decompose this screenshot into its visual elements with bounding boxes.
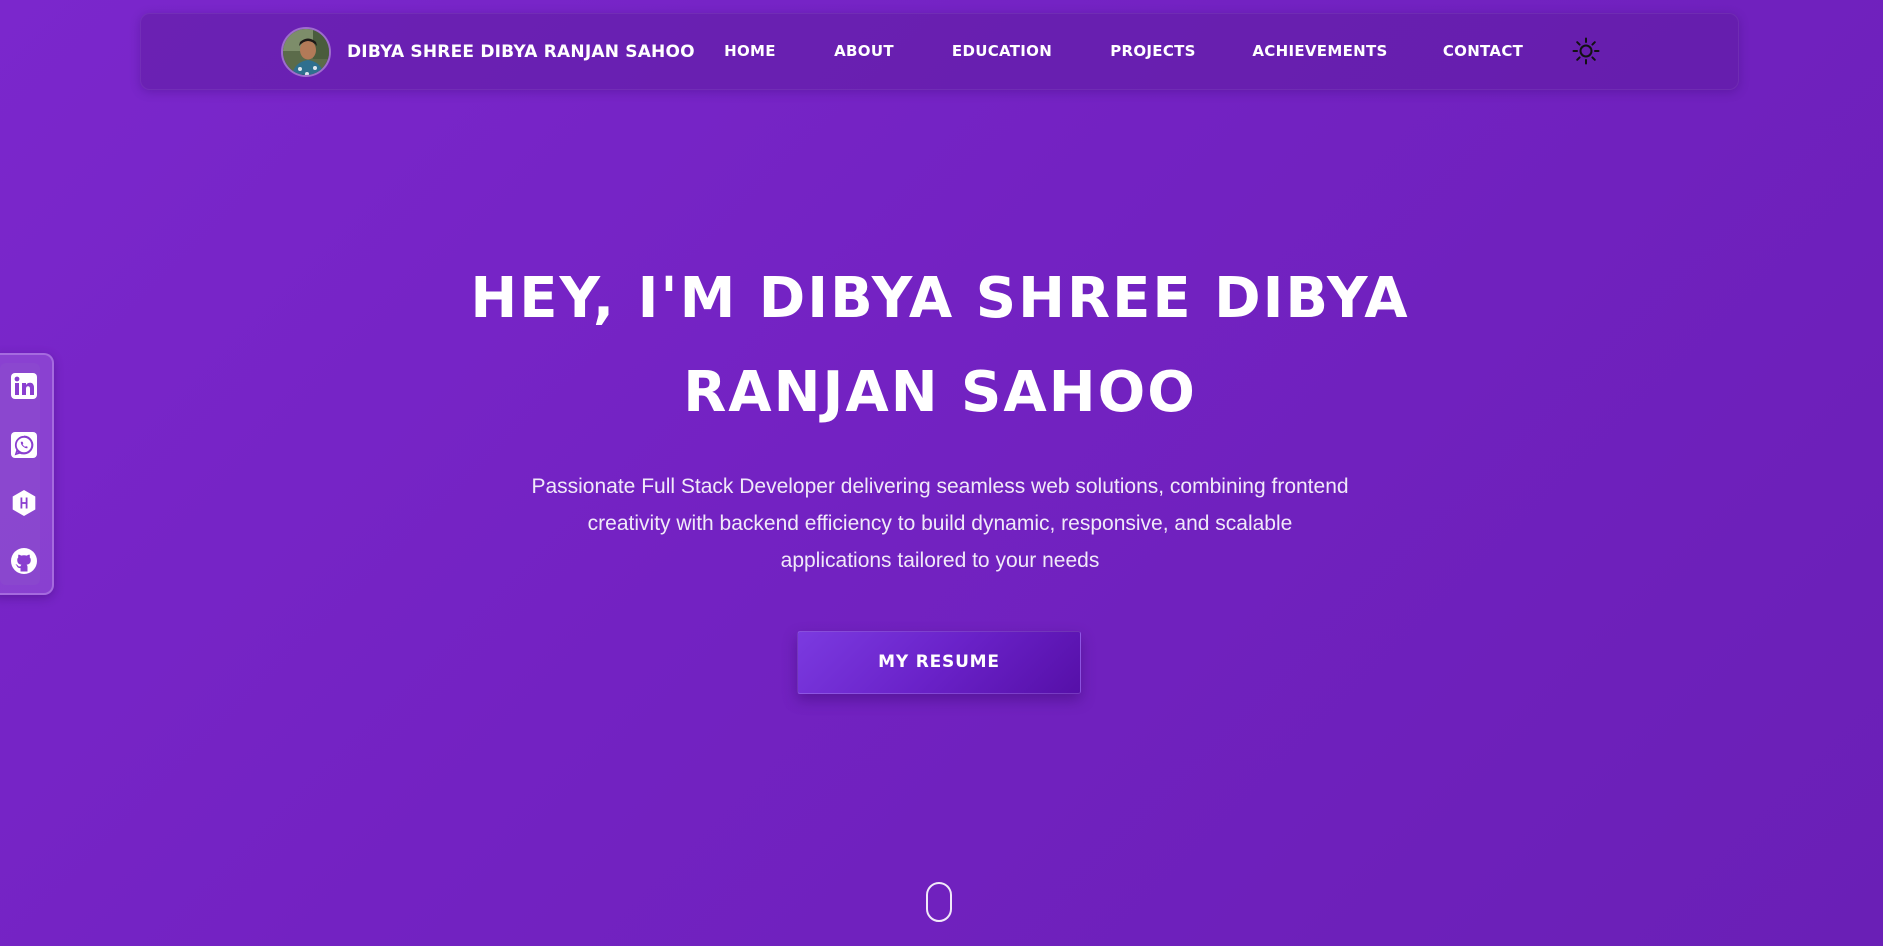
hero-description-line-3: applications tailored to your needs: [780, 549, 1100, 572]
linkedin-icon: [11, 373, 37, 399]
linkedin-link[interactable]: [10, 372, 38, 400]
hero-title: HEY, I'M DIBYA SHREE DIBYA RANJAN SAHOO: [340, 252, 1540, 440]
scroll-down-indicator[interactable]: [926, 882, 952, 922]
hashnode-link[interactable]: [10, 489, 38, 517]
nav-links: HOME ABOUT EDUCATION PROJECTS ACHIEVEMEN…: [141, 14, 1738, 91]
github-link[interactable]: [10, 547, 38, 575]
nav-link-projects[interactable]: PROJECTS: [1110, 42, 1196, 60]
hero-description-line-2: creativity with backend efficiency to bu…: [587, 512, 1293, 535]
hashnode-icon: [12, 490, 36, 516]
hero-description: Passionate Full Stack Developer deliveri…: [490, 468, 1390, 579]
hero-title-line-2: RANJAN SAHOO: [683, 360, 1197, 425]
sun-icon: [1572, 37, 1600, 65]
hero-description-line-1: Passionate Full Stack Developer deliveri…: [531, 475, 1349, 498]
github-icon: [11, 548, 37, 574]
nav-link-contact[interactable]: CONTACT: [1443, 42, 1523, 60]
navbar: DIBYA SHREE DIBYA RANJAN SAHOO HOME ABOU…: [140, 13, 1739, 90]
whatsapp-icon: [11, 432, 37, 458]
nav-link-achievements[interactable]: ACHIEVEMENTS: [1252, 42, 1387, 60]
resume-button[interactable]: MY RESUME: [797, 631, 1081, 694]
social-sidebar: [0, 353, 54, 595]
nav-link-home[interactable]: HOME: [724, 42, 776, 60]
whatsapp-link[interactable]: [10, 431, 38, 459]
theme-toggle-button[interactable]: [1571, 36, 1601, 66]
hero-title-line-1: HEY, I'M DIBYA SHREE DIBYA: [470, 266, 1410, 331]
nav-link-education[interactable]: EDUCATION: [952, 42, 1052, 60]
nav-link-about[interactable]: ABOUT: [834, 42, 894, 60]
